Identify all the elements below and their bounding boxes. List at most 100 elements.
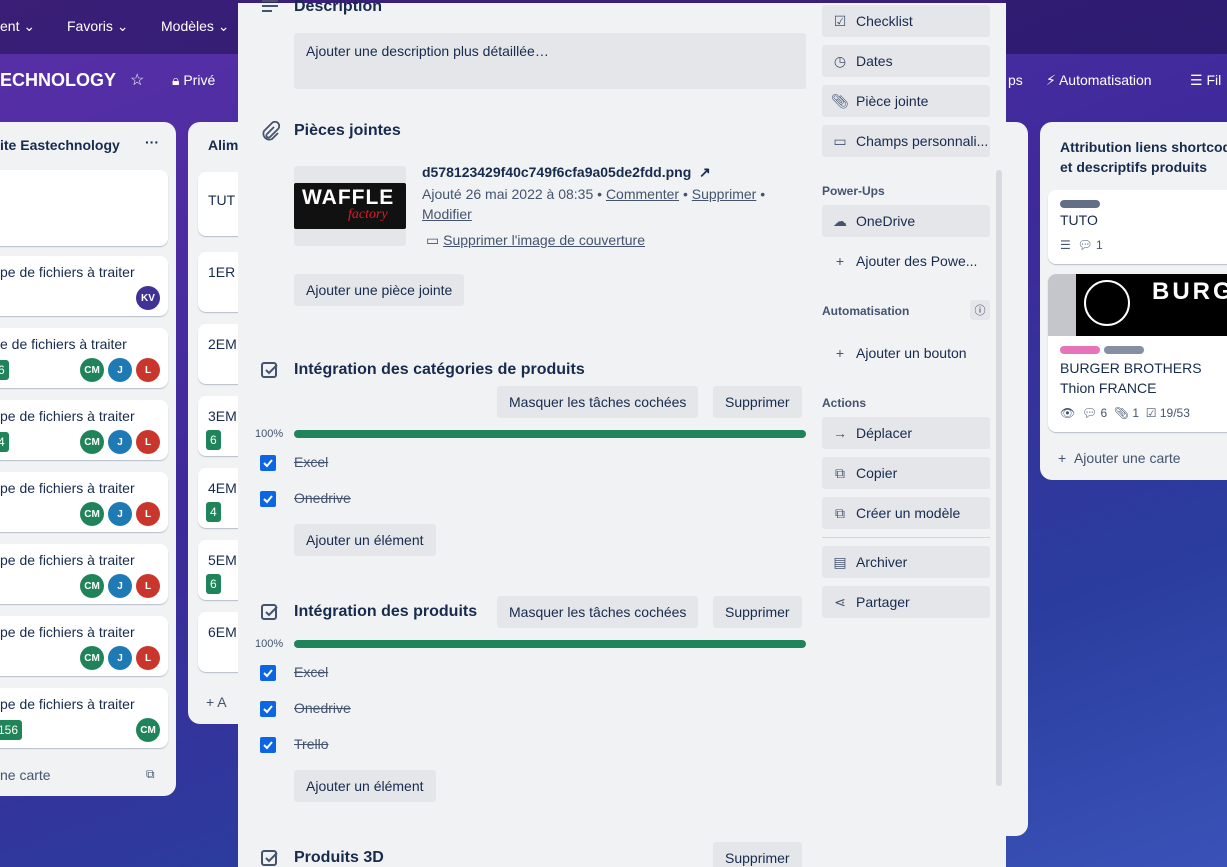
sidebar-onedrive-button[interactable]: ☁︎ OneDrive (822, 205, 990, 237)
add-card-button[interactable]: + A (206, 694, 227, 710)
checkbox[interactable] (260, 455, 276, 471)
automation-label: Automatisation (822, 304, 910, 318)
sidebar-move-button[interactable]: → Déplacer (822, 417, 990, 449)
avatar[interactable]: CM (136, 718, 160, 742)
checklist-icon: ☑ (833, 12, 847, 29)
sidebar-copy-button[interactable]: ⧉ Copier (822, 457, 990, 489)
hide-checked-button[interactable]: Masquer les tâches cochées (497, 596, 699, 628)
list-item[interactable]: pe de fichiers à traiter 156 CM (0, 688, 168, 748)
nav-menu-partial[interactable]: ent ⌄ (0, 18, 35, 35)
plus-icon: + (835, 345, 845, 361)
sidebar-add-powerups-button[interactable]: + Ajouter des Powe... (822, 245, 990, 277)
checkbox[interactable] (260, 491, 276, 507)
avatar[interactable]: L (136, 574, 160, 598)
add-card-button[interactable]: + Ajouter une carte (1058, 450, 1181, 466)
avatar[interactable]: CM (80, 574, 104, 598)
list-menu-icon[interactable]: ··· (145, 134, 159, 150)
delete-checklist-button[interactable]: Supprimer (713, 596, 802, 628)
info-icon[interactable]: ⓘ (970, 300, 990, 320)
list-item[interactable]: pe de fichiers à traiter CM J L (0, 616, 168, 676)
attachments-title: Pièces jointes (294, 122, 401, 139)
template-icon: ⧉ (835, 504, 845, 521)
comment-count: ☰ 💬︎ 1 (1060, 238, 1103, 252)
sidebar-share-button[interactable]: ⋖ Partager (822, 586, 990, 618)
add-attachment-button[interactable]: Ajouter une pièce jointe (294, 274, 465, 306)
nav-favorites[interactable]: Favoris ⌄ (67, 18, 129, 35)
filter-button[interactable]: ☰ Fil (1190, 72, 1221, 89)
avatar[interactable]: J (108, 574, 132, 598)
add-item-button[interactable]: Ajouter un élément (294, 524, 436, 556)
checklist-item[interactable]: Trello (294, 736, 329, 752)
visibility-button[interactable]: 🔒︎ Privé (172, 72, 215, 89)
avatar[interactable]: L (136, 646, 160, 670)
checklist-item[interactable]: Onedrive (294, 490, 351, 506)
external-link-icon[interactable]: ↗ (695, 164, 711, 180)
avatar[interactable]: CM (80, 646, 104, 670)
list-item[interactable]: TUTO ☰ 💬︎ 1 (1048, 190, 1227, 264)
checkbox[interactable] (260, 737, 276, 753)
list-item[interactable]: pe de fichiers à traiter KV (0, 256, 168, 316)
avatar[interactable]: J (108, 430, 132, 454)
checklist-item[interactable]: Excel (294, 664, 328, 680)
board-title[interactable]: ECHNOLOGY (0, 70, 116, 91)
avatar[interactable]: L (136, 430, 160, 454)
list-title[interactable]: Alim (208, 137, 238, 153)
list-item[interactable]: pe de fichiers à traiter CM J L (0, 544, 168, 604)
add-card-button[interactable]: ne carte (0, 767, 51, 783)
checklist-icon (260, 602, 280, 622)
list-title[interactable]: Attribution liens shortcod et descriptif… (1060, 137, 1227, 177)
checkbox[interactable] (260, 701, 276, 717)
hide-checked-button[interactable]: Masquer les tâches cochées (497, 386, 699, 418)
list-item[interactable]: pe de fichiers à traiter 4 CM J L (0, 400, 168, 460)
copy-icon: ⧉ (835, 464, 845, 481)
delete-attachment-link[interactable]: Supprimer (692, 186, 757, 202)
avatar[interactable]: CM (80, 358, 104, 382)
remove-cover-link[interactable]: ▭ Supprimer l'image de couverture (426, 232, 645, 249)
sidebar-archive-button[interactable]: ▤ Archiver (822, 546, 990, 578)
edit-attachment-link[interactable]: Modifier (422, 206, 472, 222)
list-item[interactable] (0, 170, 168, 246)
checklist-item[interactable]: Onedrive (294, 700, 351, 716)
delete-checklist-button[interactable]: Supprimer (713, 386, 802, 418)
label-chip (1060, 200, 1100, 208)
sidebar-dates-button[interactable]: ◷ Dates (822, 45, 990, 77)
list-title[interactable]: ite Eastechnology (0, 137, 120, 153)
avatar[interactable]: CM (80, 502, 104, 526)
avatar[interactable]: J (108, 358, 132, 382)
automation-button[interactable]: ⚡︎ Automatisation (1046, 72, 1152, 89)
checklist-title[interactable]: Intégration des produits (294, 603, 477, 621)
attachment-filename[interactable]: d578123429f40c749f6cfa9a05de2fdd.png ↗ (422, 164, 711, 181)
avatar[interactable]: CM (80, 430, 104, 454)
checklist-title[interactable]: Intégration des catégories de produits (294, 361, 585, 379)
sidebar-checklist-button[interactable]: ☑ Checklist (822, 5, 990, 37)
label-chip (1060, 346, 1100, 354)
checkbox[interactable] (260, 665, 276, 681)
template-icon[interactable]: ⧉ (146, 767, 155, 782)
list-item[interactable]: e de fichiers à traiter 6 CM J L (0, 328, 168, 388)
delete-checklist-button[interactable]: Supprimer (713, 842, 802, 867)
description-field[interactable]: Ajouter une description plus détaillée… (294, 33, 806, 89)
sidebar-add-button-button[interactable]: + Ajouter un bouton (822, 337, 990, 369)
nav-templates[interactable]: Modèles ⌄ (161, 18, 230, 35)
avatar[interactable]: J (108, 646, 132, 670)
add-item-button[interactable]: Ajouter un élément (294, 770, 436, 802)
powerups-partial[interactable]: ps (1008, 72, 1023, 88)
attachment-thumbnail[interactable]: WAFFLE factory (294, 166, 406, 246)
checklist-item[interactable]: Excel (294, 454, 328, 470)
avatar[interactable]: L (136, 502, 160, 526)
scrollbar[interactable] (996, 170, 1002, 786)
sidebar-attachment-button[interactable]: 📎︎ Pièce jointe (822, 85, 990, 117)
card-detail-modal: Description Ajouter une description plus… (238, 0, 1006, 867)
avatar[interactable]: L (136, 358, 160, 382)
list-item[interactable]: pe de fichiers à traiter CM J L (0, 472, 168, 532)
checklist-title[interactable]: Produits 3D (294, 849, 384, 867)
avatar[interactable]: J (108, 502, 132, 526)
avatar[interactable]: KV (136, 286, 160, 310)
cloud-icon: ☁︎ (833, 212, 847, 229)
list-item[interactable]: BURGE BR·TH BURGER BROTHERS Thion FRANCE… (1048, 274, 1227, 432)
star-icon[interactable]: ☆ (130, 70, 144, 90)
sidebar-custom-fields-button[interactable]: ▭ Champs personnali... (822, 125, 990, 157)
comment-link[interactable]: Commenter (606, 186, 679, 202)
sidebar-make-template-button[interactable]: ⧉ Créer un modèle (822, 497, 990, 529)
checklist-badge: 156 (0, 720, 23, 740)
